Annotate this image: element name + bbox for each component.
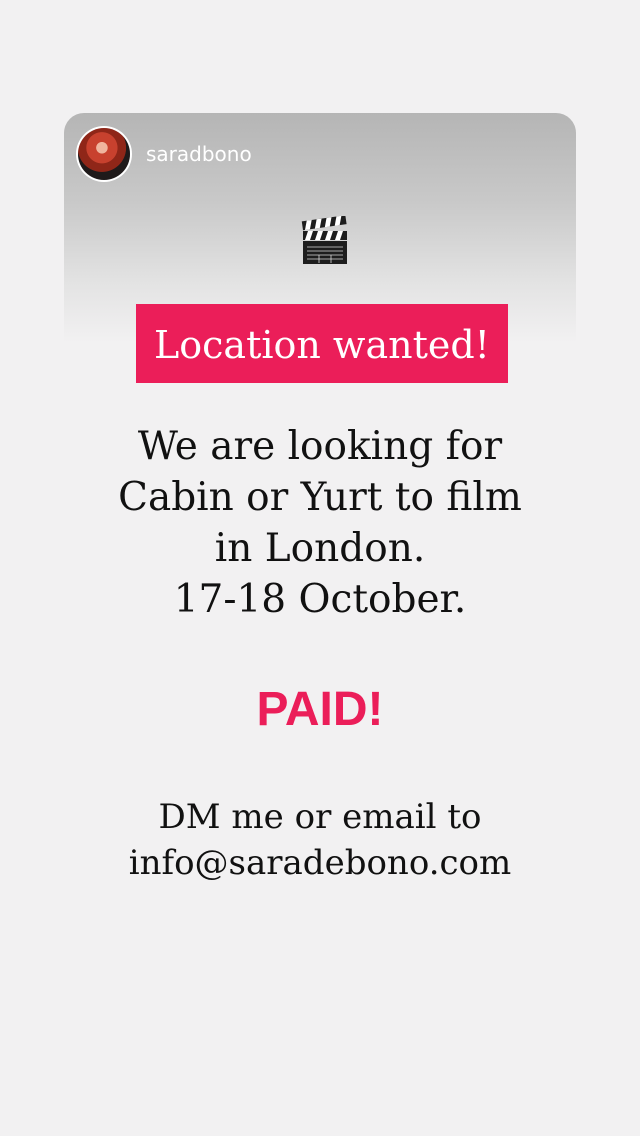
clapperboard-icon <box>301 216 347 264</box>
avatar[interactable] <box>78 128 130 180</box>
story-message: We are looking for Cabin or Yurt to film… <box>64 421 576 625</box>
email-text: info@saradebono.com <box>128 843 512 883</box>
contact-info: DM me or email to info@saradebono.com <box>64 794 576 886</box>
message-line: We are looking for <box>137 424 503 469</box>
message-line: in London. <box>214 526 426 571</box>
message-line: 17-18 October. <box>173 577 467 622</box>
story-screen: saradbono Location wanted! We are lookin… <box>0 0 640 1136</box>
message-line: Cabin or Yurt to film <box>118 475 522 520</box>
username[interactable]: saradbono <box>146 144 252 164</box>
contact-line: DM me or email to <box>158 797 482 837</box>
paid-callout: PAID! <box>256 683 384 736</box>
location-wanted-banner: Location wanted! <box>136 304 508 383</box>
story-card[interactable]: saradbono Location wanted! We are lookin… <box>64 113 576 1023</box>
story-header: saradbono <box>78 127 252 181</box>
